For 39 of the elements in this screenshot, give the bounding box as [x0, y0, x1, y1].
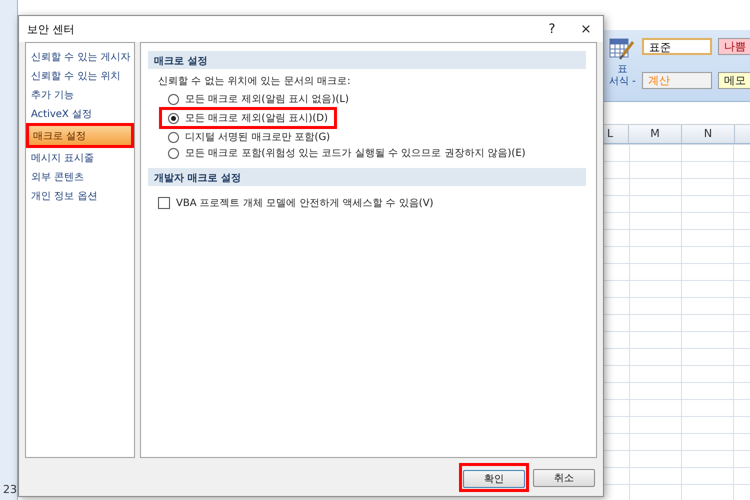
ok-button[interactable]: 확인 — [463, 470, 525, 488]
radio-button[interactable] — [168, 132, 179, 142]
checkbox-option[interactable]: VBA 프로젝트 개체 모델에 안전하게 액세스할 수 있음(V) — [158, 195, 434, 211]
cancel-button[interactable]: 취소 — [533, 468, 595, 486]
nav-item[interactable]: 개인 정보 옵션 — [27, 186, 133, 205]
radio-option[interactable]: 모든 매크로 제외(알림 표시 없음)(L) — [158, 91, 349, 107]
radio-option[interactable]: 모든 매크로 제외(알림 표시)(D) — [162, 110, 334, 126]
option-label: 모든 매크로 제외(알림 표시 없음)(L) — [185, 93, 349, 106]
nav-item[interactable]: ActiveX 설정 — [27, 104, 133, 123]
radio-option[interactable]: 모든 매크로 포함(위험성 있는 코드가 실행될 수 있으므로 권장하지 않음)(E) — [158, 145, 526, 161]
radio-button[interactable] — [168, 94, 179, 104]
table-format-button[interactable]: 표 서식 - — [609, 38, 636, 101]
nav-item[interactable]: 신뢰할 수 있는 위치 — [27, 66, 133, 85]
cell-style-item[interactable]: 나쁨 — [718, 38, 750, 55]
nav-item[interactable]: 신뢰할 수 있는 게시자 — [27, 47, 133, 66]
cell-style-item[interactable]: 표준 — [642, 38, 712, 55]
nav-item[interactable]: 매크로 설정 — [29, 126, 131, 145]
nav-item[interactable]: 메시지 표시줄 — [27, 148, 133, 167]
row-number: 23 — [2, 483, 17, 498]
nav-item[interactable]: 외부 콘텐츠 — [27, 167, 133, 186]
checkbox[interactable] — [158, 197, 170, 209]
option-label: 디지털 서명된 매크로만 포함(G) — [185, 131, 330, 144]
column-header[interactable]: M — [629, 125, 682, 143]
table-brush-icon — [609, 38, 636, 60]
option-label: 모든 매크로 제외(알림 표시)(D) — [185, 112, 328, 125]
radio-button[interactable] — [168, 112, 179, 124]
dialog-title: 보안 센터 — [27, 22, 74, 36]
close-button[interactable]: × — [569, 17, 603, 41]
radio-button[interactable] — [168, 148, 179, 158]
cell-style-item[interactable]: 메모 — [718, 72, 750, 88]
section-header: 개발자 매크로 설정 — [148, 168, 586, 186]
section-header: 매크로 설정 — [148, 51, 586, 69]
option-label: VBA 프로젝트 개체 모델에 안전하게 액세스할 수 있음(V) — [176, 197, 434, 210]
nav-item[interactable]: 추가 기능 — [27, 85, 133, 104]
radio-option[interactable]: 디지털 서명된 매크로만 포함(G) — [158, 129, 330, 145]
column-header[interactable]: N — [682, 125, 735, 143]
prompt-text: 신뢰할 수 없는 위치에 있는 문서의 매크로: — [158, 75, 350, 88]
help-button[interactable]: ? — [535, 17, 569, 41]
option-label: 모든 매크로 포함(위험성 있는 코드가 실행될 수 있으므로 권장하지 않음)(E) — [185, 147, 526, 160]
